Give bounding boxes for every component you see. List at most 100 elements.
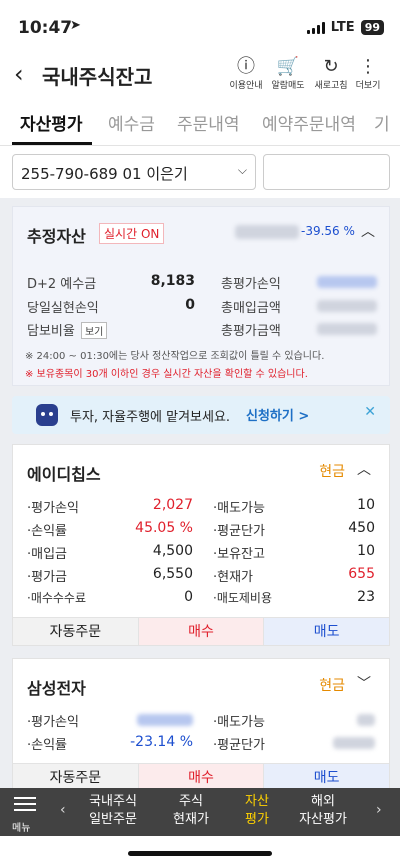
tab-order-history[interactable]: 주문내역 [177, 110, 240, 135]
order-buttons: 자동주문 매수 매도 [13, 617, 390, 645]
total-pl-masked [317, 276, 377, 288]
buy-button[interactable]: 매수 [137, 764, 264, 791]
notice-realtime: ※ 보유종목이 30개 이하인 경우 실시간 자산을 확인할 수 있습니다. [25, 369, 308, 380]
nav-stock-price[interactable]: 주식 현재가 [156, 793, 226, 829]
nav-domestic-order[interactable]: 국내주식 일반주문 [78, 793, 148, 829]
tab-deposit[interactable]: 예수금 [108, 110, 155, 135]
nav-line2: 평가 [245, 812, 269, 827]
summary-title: 추정자산 [27, 227, 86, 246]
stock-row-value: 6,550 [152, 566, 193, 582]
banner-text: 투자, 자율주행에 맡겨보세요. [70, 410, 231, 425]
stock-card: 삼성전자 현금 ﹀ ·평가손익 ·손익률 -23.14 % ·매도가능 ·평균단… [12, 658, 390, 791]
tab-more[interactable]: 기 [374, 110, 390, 135]
robo-advisor-banner[interactable]: 투자, 자율주행에 맡겨보세요. 신청하기 > ✕ [12, 396, 390, 434]
realtime-toggle[interactable]: 실시간 ON [99, 223, 165, 244]
stock-card: 에이디칩스 현금 ︿ ·평가손익 2,027 ·손익률 45.05 % ·매입금… [12, 444, 390, 646]
guide-button[interactable]: ⓘ 이용안내 [224, 56, 268, 91]
sell-button[interactable]: 매도 [263, 618, 390, 645]
app-header: ‹ 국내주식잔고 ⓘ 이용안내 🛒 알람매도 ↻ 새로고침 ⋮ 더보기 [0, 52, 400, 98]
stock-row-value: -23.14 % [130, 734, 193, 750]
summary-label-total-buy: 총매입금액 [221, 301, 281, 316]
account-owner: 이은기 [146, 165, 188, 183]
realtime-state: ON [140, 227, 160, 241]
order-buttons: 자동주문 매수 매도 [13, 763, 390, 791]
avg-price-masked [333, 737, 375, 749]
summary-value-deposit: 8,183 [150, 273, 195, 289]
stock-row-value: 45.05 % [135, 520, 193, 536]
stock-row-label: ·평균단가 [213, 524, 265, 539]
alarm-sell-label: 알람매도 [271, 81, 305, 91]
total-eval-masked [317, 323, 377, 335]
nav-line2: 일반주문 [89, 812, 137, 827]
close-icon[interactable]: ✕ [364, 404, 376, 420]
home-area [0, 836, 400, 866]
summary-label-realized: 당일실현손익 [27, 301, 99, 316]
home-indicator[interactable] [128, 851, 272, 856]
status-bar: 10:47 ➤ LTE 99 [0, 0, 400, 52]
summary-label-total-eval: 총평가금액 [221, 324, 281, 339]
collapse-icon[interactable]: ︿ [357, 459, 371, 479]
menu-icon[interactable] [14, 797, 36, 815]
auto-order-button[interactable]: 자동주문 [13, 764, 138, 791]
stock-row-label: ·보유잔고 [213, 547, 265, 562]
account-number: 255-790-689 01 [21, 165, 142, 183]
back-icon[interactable]: ‹ [14, 60, 24, 88]
stock-row-value: 10 [357, 543, 375, 559]
tab-reserved-orders[interactable]: 예약주문내역 [262, 110, 356, 135]
stock-row-label: ·현재가 [213, 570, 254, 585]
stock-row-label: ·손익률 [27, 738, 68, 753]
sell-button[interactable]: 매도 [263, 764, 390, 791]
more-label: 더보기 [355, 81, 381, 91]
stock-type: 현금 [319, 464, 345, 480]
more-button[interactable]: ⋮ 더보기 [346, 56, 390, 91]
chevron-left-icon[interactable]: ‹ [60, 802, 66, 818]
collateral-label: 담보비율 [27, 324, 75, 339]
collapse-icon[interactable]: ︿ [361, 221, 375, 241]
nav-line1: 국내주식 [89, 794, 137, 809]
auto-order-button[interactable]: 자동주문 [13, 618, 138, 645]
robot-icon [36, 404, 58, 426]
nav-line1: 주식 [179, 794, 203, 809]
stock-name: 삼성전자 [27, 679, 86, 698]
stock-row-label: ·평가손익 [27, 715, 79, 730]
nav-asset-eval[interactable]: 자산 평가 [222, 793, 292, 829]
collateral-view-button[interactable]: 보기 [80, 322, 108, 339]
stock-row-value: 450 [348, 520, 375, 536]
info-icon: ⓘ [237, 56, 255, 77]
buy-button[interactable]: 매수 [137, 618, 264, 645]
stock-row-label: ·평가손익 [27, 501, 79, 516]
stock-row-value: 10 [357, 497, 375, 513]
apply-link[interactable]: 신청하기 > [246, 405, 309, 424]
tab-bar: 자산평가 예수금 주문내역 예약주문내역 기 [0, 98, 400, 146]
account-row: 255-790-689 01 이은기 ⌵ [0, 146, 400, 198]
summary-label-deposit: D+2 예수금 [27, 277, 97, 292]
expand-icon[interactable]: ﹀ [357, 673, 371, 693]
chevron-right-icon[interactable]: › [376, 802, 382, 818]
notice-settlement: ※ 24:00 ~ 01:30에는 당사 정산작업으로 조회값이 틀릴 수 있습… [25, 351, 325, 362]
stock-row-value: 2,027 [152, 497, 193, 513]
cart-icon: 🛒 [276, 56, 300, 77]
chevron-down-icon: ⌵ [237, 163, 247, 177]
nav-line1: 자산 [245, 794, 269, 809]
alarm-sell-button[interactable]: 🛒 알람매도 [266, 56, 310, 91]
guide-label: 이용안내 [229, 81, 263, 91]
nav-line2: 자산평가 [299, 812, 347, 827]
status-indicators: LTE 99 [306, 20, 384, 35]
menu-label[interactable]: 메뉴 [12, 819, 30, 834]
summary-label-total-pl: 총평가손익 [221, 277, 281, 292]
stock-row-value: 4,500 [152, 543, 193, 559]
password-input[interactable] [263, 154, 390, 190]
stock-row-value: 23 [357, 589, 375, 605]
realtime-label: 실시간 [104, 227, 138, 241]
stock-row-label: ·손익률 [27, 524, 68, 539]
nav-overseas-asset[interactable]: 해외 자산평가 [288, 793, 358, 829]
tab-underline [12, 142, 92, 145]
tab-asset-eval[interactable]: 자산평가 [20, 110, 83, 135]
page-title: 국내주식잔고 [42, 65, 153, 89]
sellable-masked [357, 714, 375, 726]
stock-row-label: ·매도제비용 [213, 591, 273, 605]
stock-row-value: 655 [348, 566, 375, 582]
stock-row-label: ·매입금 [27, 547, 68, 562]
account-select[interactable]: 255-790-689 01 이은기 ⌵ [12, 154, 256, 190]
nav-line1: 해외 [311, 794, 335, 809]
